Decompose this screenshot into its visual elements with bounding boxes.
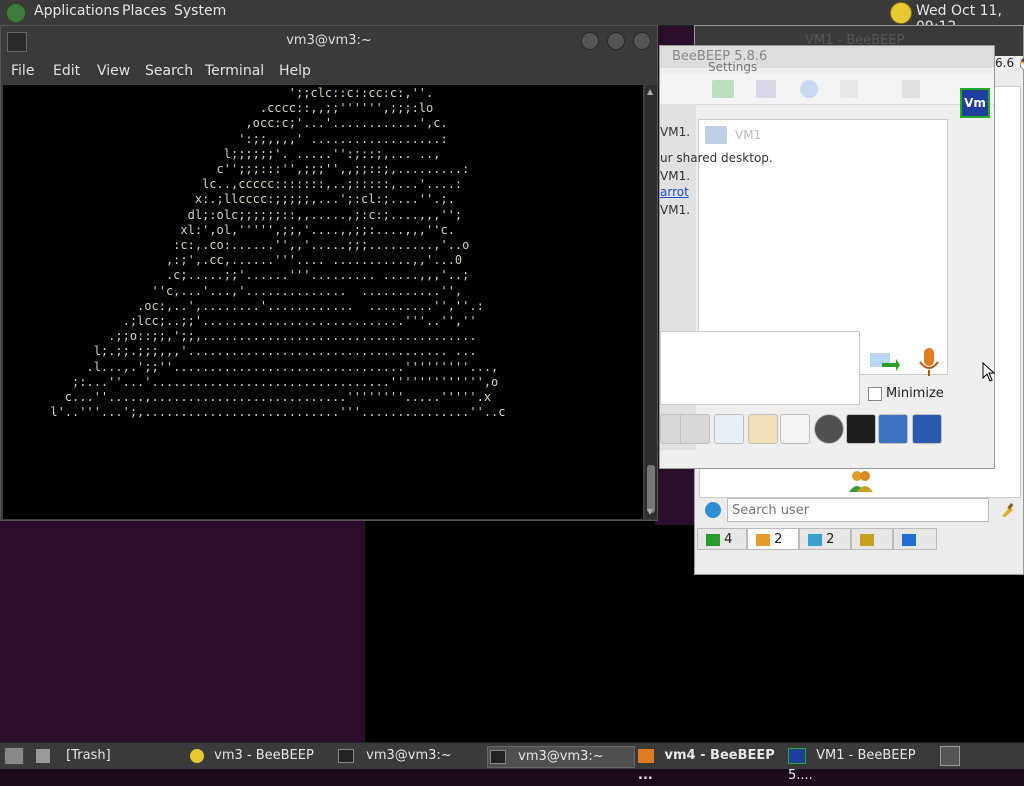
vm-icon xyxy=(638,748,654,763)
show-desktop-icon[interactable] xyxy=(4,747,24,765)
search-row xyxy=(699,498,1019,526)
bee-icon xyxy=(190,748,204,763)
beebeep-window-front[interactable]: BeeBEEP 5.8.6 Settings VM1 VM1. ur share… xyxy=(659,45,995,469)
save-chat-icon[interactable] xyxy=(912,414,942,444)
scroll-down-icon[interactable]: ▼ xyxy=(647,507,655,516)
mouse-cursor-icon xyxy=(982,361,996,382)
share-icon xyxy=(902,533,916,546)
menu-settings[interactable]: Settings xyxy=(708,60,757,74)
bottom-taskbar: [Trash] vm3 - BeeBEEP vm3@vm3:~ vm3@vm3:… xyxy=(0,742,1024,783)
webcam-icon[interactable] xyxy=(814,414,844,444)
search-icon xyxy=(705,502,721,518)
chat-link[interactable]: arrot xyxy=(660,184,689,201)
screen-share-icon[interactable] xyxy=(846,414,876,444)
close-button[interactable] xyxy=(633,32,651,50)
menu-terminal[interactable]: Terminal xyxy=(205,63,264,79)
send-icon[interactable] xyxy=(870,351,900,375)
chat-line: VM1. xyxy=(660,203,691,217)
chat-user-label: VM1 xyxy=(735,128,762,142)
chats-icon xyxy=(808,533,822,546)
taskbar-item-terminal-2[interactable]: vm3@vm3:~ xyxy=(487,746,635,768)
terminal-menubar: File Edit View Search Terminal Help xyxy=(1,58,657,84)
vm-icon[interactable] xyxy=(712,80,734,98)
version-fragment: 6.6 xyxy=(995,56,1015,70)
terminal-icon xyxy=(7,32,27,52)
taskbar-item-trash[interactable]: [Trash] xyxy=(36,746,176,766)
top-panel: Applications Places System Wed Oct 11, 0… xyxy=(0,0,1024,35)
vm-icon xyxy=(788,747,806,764)
tab-users[interactable]: 2 xyxy=(747,528,799,550)
microphone-icon[interactable] xyxy=(918,348,940,378)
chat-line: VM1. xyxy=(660,125,691,139)
screenshot-icon[interactable] xyxy=(756,80,776,98)
chat-line: ur shared desktop. xyxy=(660,151,773,165)
minimize-checkbox[interactable] xyxy=(868,387,882,401)
desktop-background-left xyxy=(0,520,365,742)
taskbar-item-vm3-beebeep[interactable]: vm3 - BeeBEEP xyxy=(190,746,330,766)
edit-icon[interactable] xyxy=(840,80,858,98)
groups-icon xyxy=(860,533,874,546)
tux-icon: 🐧 xyxy=(1017,58,1024,71)
menu-search[interactable]: Search xyxy=(145,63,193,79)
terminal-window[interactable]: vm3@vm3:~ File Edit View Search Terminal… xyxy=(0,25,658,521)
send-file-icon[interactable] xyxy=(714,414,744,444)
terminal-output: ';;clc::c::cc:c:,''. .cccc::,,;;'''''',;… xyxy=(50,86,506,420)
taskbar-item-vm1-beebeep[interactable]: VM1 - BeeBEEP 5.... xyxy=(788,746,938,783)
users-icon xyxy=(847,466,875,494)
menu-system[interactable]: System xyxy=(174,3,226,19)
chat-line: VM1. xyxy=(660,169,691,183)
search-user-input[interactable] xyxy=(727,498,989,522)
vm-avatar-icon xyxy=(705,126,727,144)
terminal-icon xyxy=(338,748,354,763)
notes-icon[interactable] xyxy=(878,414,908,444)
menu-places[interactable]: Places xyxy=(122,3,167,19)
trash-icon xyxy=(36,748,50,763)
menu-edit[interactable]: Edit xyxy=(53,63,80,79)
code-icon[interactable] xyxy=(780,414,810,444)
beebeep-tray-icon[interactable] xyxy=(890,2,912,24)
terminal-scrollbar[interactable]: ▲ ▼ xyxy=(645,85,657,519)
window-titlebar[interactable]: vm3@vm3:~ xyxy=(1,26,657,56)
info-icon[interactable] xyxy=(800,80,818,98)
tools-icon[interactable] xyxy=(902,80,920,98)
taskbar-item-vm4-beebeep[interactable]: vm4 - BeeBEEP ... xyxy=(638,746,786,783)
tab-chats[interactable]: 2 xyxy=(799,528,851,550)
scroll-up-icon[interactable]: ▲ xyxy=(647,87,655,96)
taskbar-item-terminal-1[interactable]: vm3@vm3:~ xyxy=(338,746,478,766)
tab-groups[interactable] xyxy=(851,528,893,550)
message-input[interactable] xyxy=(660,331,860,405)
vm-badge-icon[interactable]: Vm xyxy=(960,88,990,118)
font-icon[interactable] xyxy=(680,414,710,444)
menu-help[interactable]: Help xyxy=(279,63,311,79)
menu-file[interactable]: File xyxy=(11,63,34,79)
online-icon xyxy=(706,533,720,546)
terminal-output-area[interactable]: ';;clc::c::cc:c:,''. .cccc::,,;;'''''',;… xyxy=(3,85,643,519)
maximize-button[interactable] xyxy=(607,32,625,50)
chat-toolbar xyxy=(660,74,994,105)
menu-view[interactable]: View xyxy=(97,63,130,79)
scrollbar-thumb[interactable] xyxy=(647,465,655,513)
clear-search-icon[interactable] xyxy=(999,502,1015,518)
send-folder-icon[interactable] xyxy=(748,414,778,444)
minimize-label: Minimize xyxy=(886,386,944,401)
tab-online-users[interactable]: 4 xyxy=(697,528,747,550)
terminal-icon xyxy=(490,749,506,764)
users-icon xyxy=(756,533,770,546)
workspace-switcher-icon[interactable] xyxy=(940,746,960,766)
minimize-button[interactable] xyxy=(581,32,599,50)
menu-applications[interactable]: Applications xyxy=(34,3,120,19)
tab-share[interactable] xyxy=(893,528,937,550)
distro-logo-icon[interactable] xyxy=(6,3,26,23)
